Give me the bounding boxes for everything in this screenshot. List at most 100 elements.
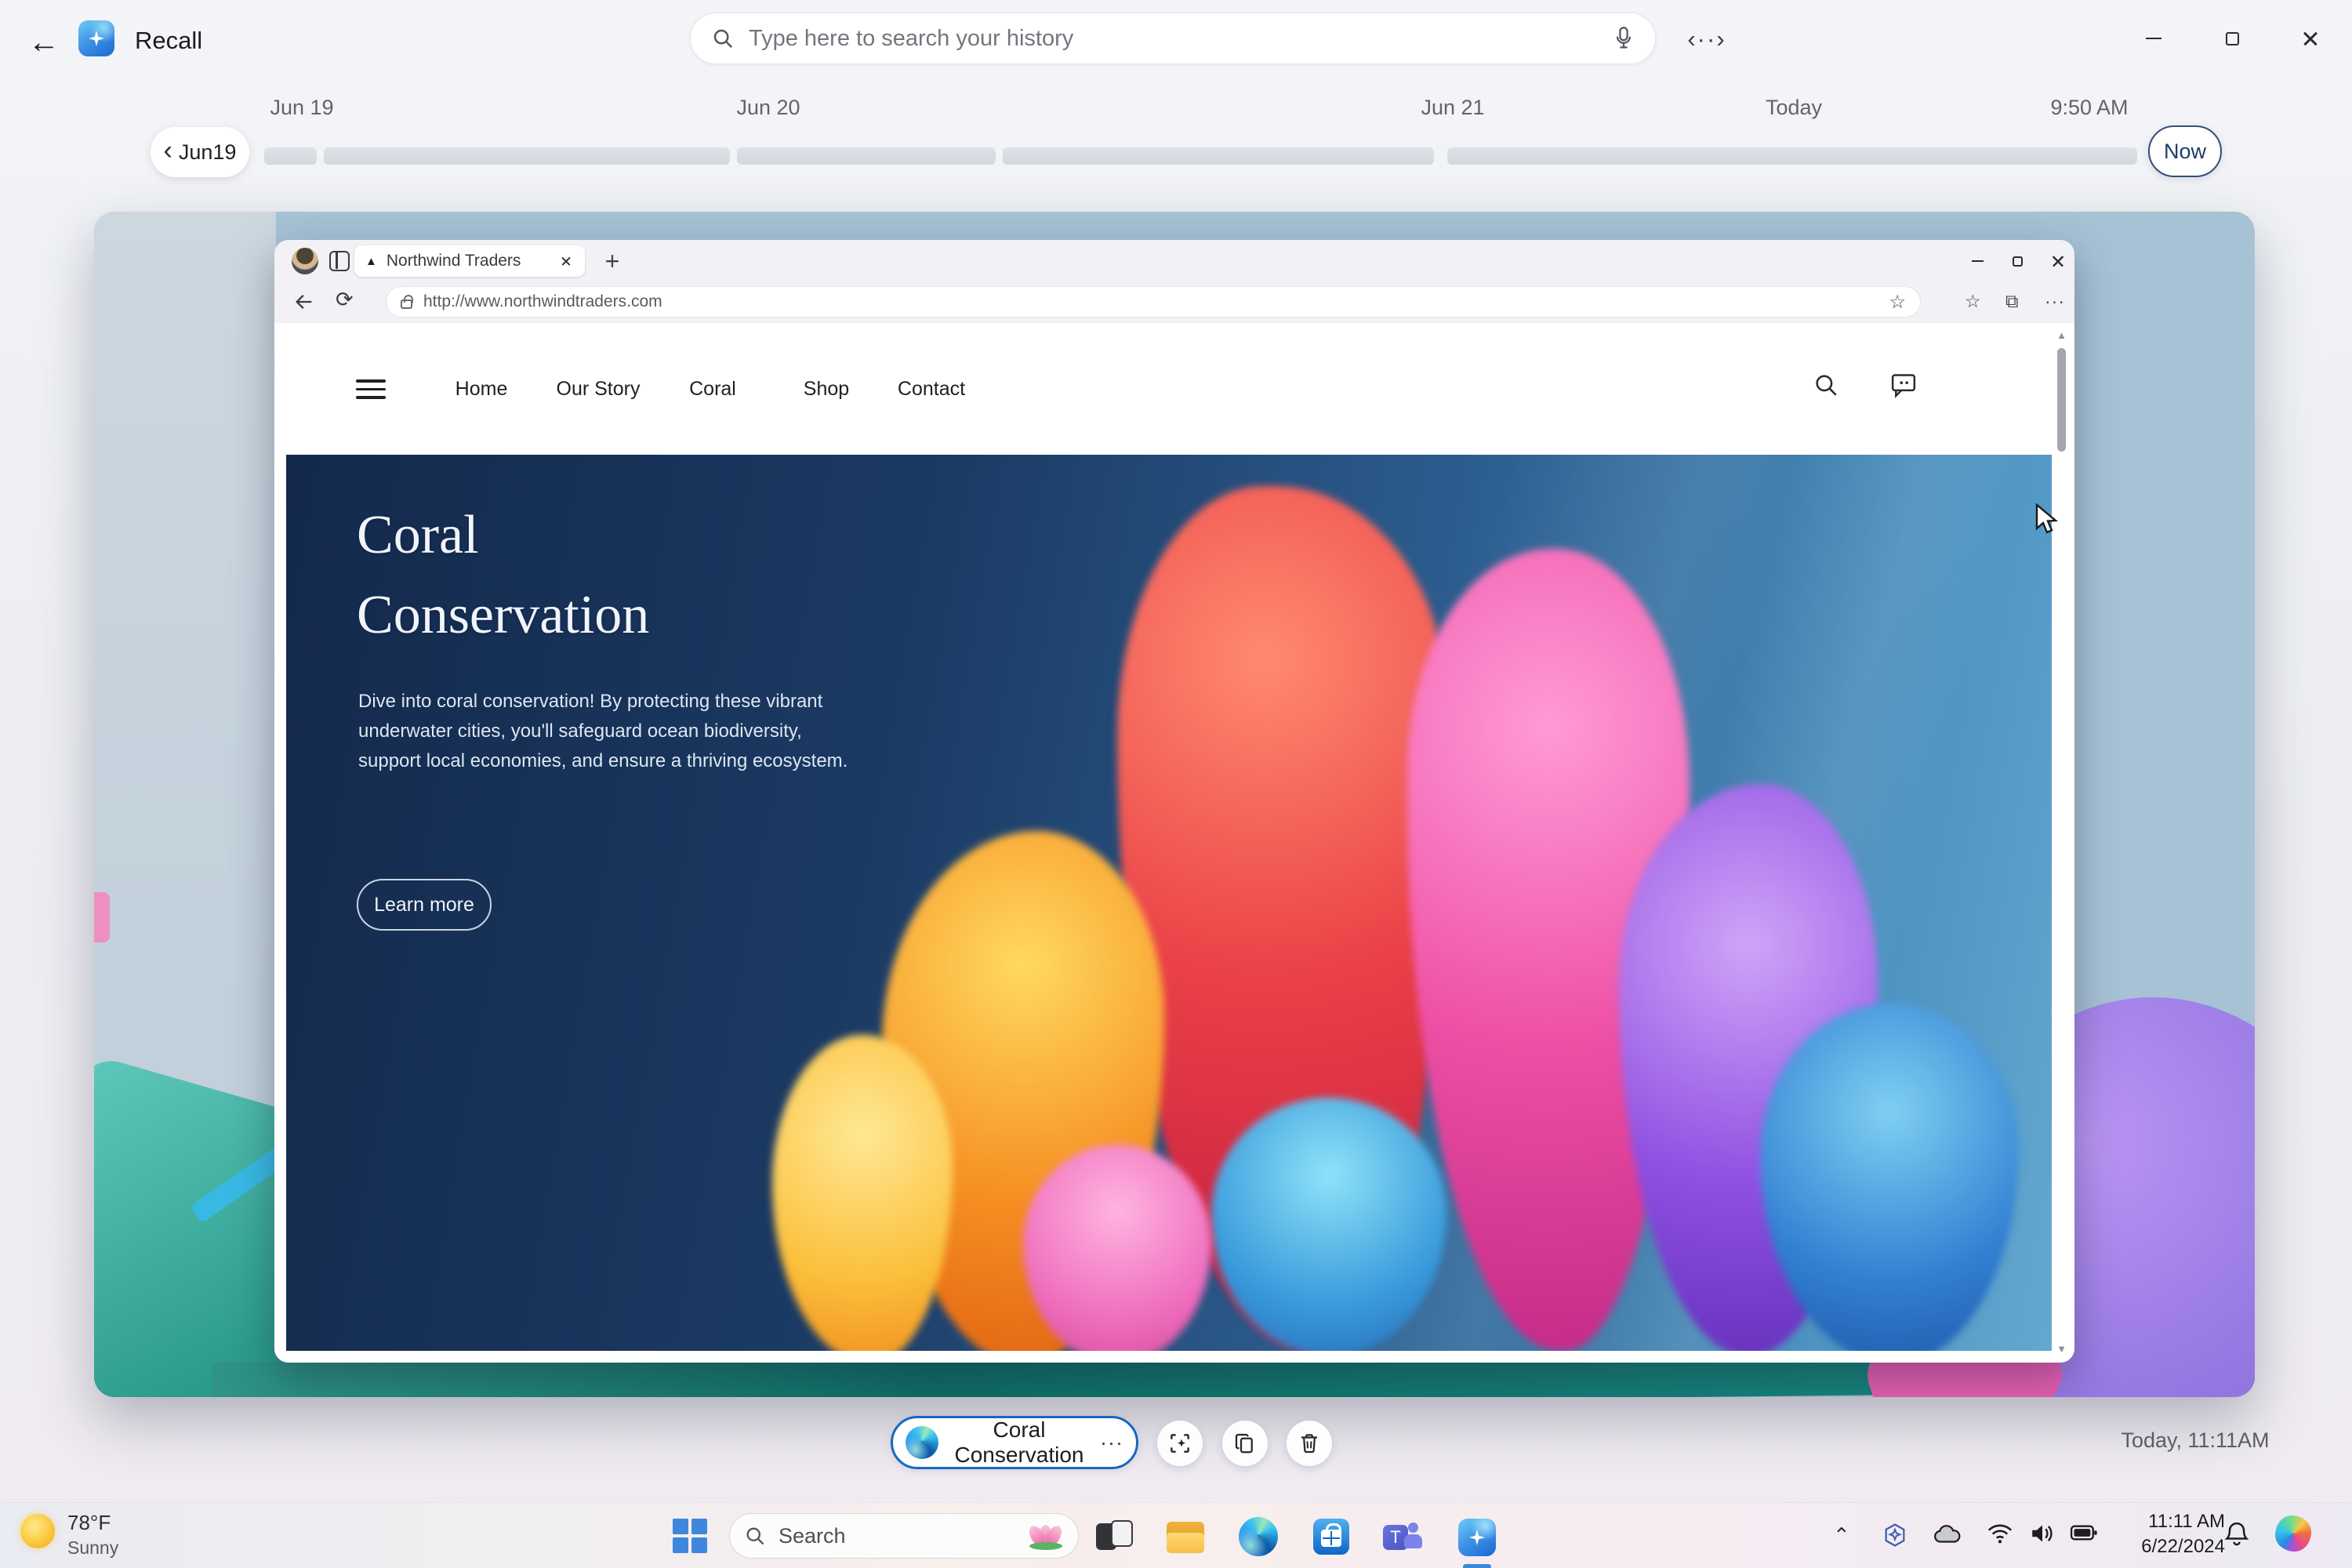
jump-date-label: Jun19 (179, 140, 237, 165)
recall-taskbar-button[interactable] (1457, 1517, 1497, 1558)
browser-maximize-button (2002, 248, 2033, 274)
browser-close-button (2042, 248, 2074, 274)
notification-bell-icon[interactable] (2223, 1520, 2250, 1548)
timeline-segment[interactable] (324, 147, 730, 165)
back-button[interactable]: ← (24, 22, 64, 63)
microphone-icon[interactable] (1613, 26, 1635, 51)
nav-link-our-story: Our Story (557, 378, 641, 401)
webpage: Home Our Story Coral Shop Contact Coral (274, 323, 2074, 1363)
timeline-date-label: Jun 21 (1421, 96, 1484, 120)
edge-icon (1239, 1517, 1278, 1556)
taskbar-search[interactable]: Search (729, 1513, 1079, 1559)
teams-button[interactable]: T (1383, 1517, 1424, 1558)
timeline-segment[interactable] (264, 147, 317, 165)
weather-condition[interactable]: Sunny (67, 1537, 118, 1559)
battery-icon[interactable] (2070, 1522, 2098, 1544)
recall-app-icon (78, 20, 114, 56)
snapshot-timestamp: Today, 11:11AM (2085, 1428, 2305, 1453)
workspaces-icon (329, 251, 350, 271)
timeline-date-label: Jun 20 (736, 96, 800, 120)
browser-tab: ▲ Northwind Traders (354, 245, 585, 277)
weather-sun-icon[interactable] (20, 1514, 55, 1548)
address-bar: http://www.northwindtraders.com ☆ (386, 286, 1921, 318)
snapshot-preview[interactable]: ▲ Northwind Traders + ⟳ http://www.north… (94, 212, 2255, 1397)
studio-effects-icon[interactable] (1882, 1522, 1908, 1548)
close-button[interactable] (2288, 19, 2333, 58)
scroll-up-icon: ▲ (2051, 329, 2072, 341)
app-title: Recall (135, 27, 202, 55)
wallpaper-shape (94, 892, 110, 942)
nav-link-coral: Coral (689, 378, 736, 401)
chat-icon (1889, 372, 1918, 398)
add-favorite-icon: ☆ (1889, 291, 1906, 314)
maximize-button[interactable] (2209, 19, 2255, 58)
minimize-icon (2146, 38, 2161, 40)
jump-to-date-button[interactable]: ‹ Jun19 (151, 127, 249, 177)
history-search-bar[interactable] (690, 13, 1656, 64)
coral-illustration (772, 1035, 953, 1351)
copy-button[interactable] (1222, 1421, 1268, 1466)
timeline-segment[interactable] (737, 147, 996, 165)
refresh-icon: ⟳ (336, 288, 354, 312)
file-explorer-button[interactable] (1165, 1517, 1206, 1558)
now-button[interactable]: Now (2148, 125, 2222, 177)
favorites-icon: ☆ (1965, 291, 1981, 312)
trash-icon (1298, 1432, 1321, 1455)
snip-sparkle-icon (1167, 1431, 1192, 1456)
active-app-indicator (1463, 1564, 1491, 1568)
snapshot-source-pill[interactable]: Coral Conservation ··· (891, 1416, 1138, 1469)
coral-illustration (1760, 1004, 2019, 1351)
coral-illustration (1023, 1145, 1211, 1351)
edge-icon (906, 1426, 938, 1459)
menu-icon (356, 379, 386, 400)
page-scrollbar: ▲ ▼ (2051, 325, 2072, 1359)
onedrive-cloud-icon[interactable] (1932, 1522, 1962, 1547)
start-button[interactable] (673, 1519, 707, 1553)
copy-icon (1233, 1432, 1257, 1455)
maximize-icon (2226, 32, 2239, 45)
profile-avatar (292, 248, 318, 274)
timeline-segment[interactable] (1447, 147, 2137, 165)
wifi-icon[interactable] (1987, 1522, 2013, 1545)
tray-clock[interactable]: 11:11 AM 6/22/2024 (2107, 1509, 2225, 1559)
weather-temperature[interactable]: 78°F (67, 1511, 111, 1535)
store-icon (1313, 1519, 1349, 1555)
browser-window: ▲ Northwind Traders + ⟳ http://www.north… (274, 240, 2074, 1363)
tab-title: Northwind Traders (387, 252, 549, 270)
collections-icon: ⧉ (2005, 291, 2018, 312)
more-options-icon[interactable]: ··· (1100, 1431, 1123, 1455)
nav-link-home: Home (456, 378, 508, 401)
snapshot-source-label: Coral Conservation (949, 1417, 1089, 1468)
close-icon (2303, 31, 2318, 46)
timeline-segment[interactable] (1003, 147, 1434, 165)
browser-back-icon (293, 291, 315, 313)
tray-date: 6/22/2024 (2107, 1534, 2225, 1559)
microsoft-store-button[interactable] (1311, 1517, 1352, 1558)
history-search-input[interactable] (749, 26, 1613, 52)
site-search-icon (1813, 372, 1839, 398)
timeline-time-label: 9:50 AM (2050, 96, 2128, 120)
hero-description: Dive into coral conservation! By protect… (358, 687, 848, 776)
edge-browser-button[interactable] (1239, 1517, 1279, 1558)
timeline-toggle-icon[interactable]: ‹··› (1679, 25, 1734, 53)
browser-toolbar: ⟳ http://www.northwindtraders.com ☆ ☆ ⧉ … (274, 281, 2074, 323)
lock-icon (401, 299, 412, 309)
volume-icon[interactable] (2029, 1522, 2056, 1545)
hero-section: Coral Conservation Dive into coral conse… (286, 455, 2052, 1351)
nav-link-shop: Shop (804, 378, 849, 401)
copilot-icon[interactable] (2275, 1515, 2311, 1552)
click-to-do-button[interactable] (1157, 1421, 1203, 1466)
mouse-cursor (2035, 503, 2063, 535)
task-view-button[interactable] (1094, 1517, 1135, 1558)
coral-illustration (1211, 1098, 1446, 1351)
taskbar-search-label: Search (779, 1524, 1015, 1548)
teams-icon: T (1383, 1525, 1408, 1550)
minimize-button[interactable] (2131, 19, 2176, 58)
tray-time: 11:11 AM (2107, 1509, 2225, 1534)
taskbar-search-icon (744, 1525, 766, 1547)
delete-button[interactable] (1287, 1421, 1332, 1466)
recall-icon (1458, 1519, 1496, 1556)
tray-chevron-up-icon[interactable]: ⌃ (1833, 1523, 1850, 1548)
browser-minimize-button (1962, 248, 1993, 274)
nav-link-contact: Contact (898, 378, 965, 401)
